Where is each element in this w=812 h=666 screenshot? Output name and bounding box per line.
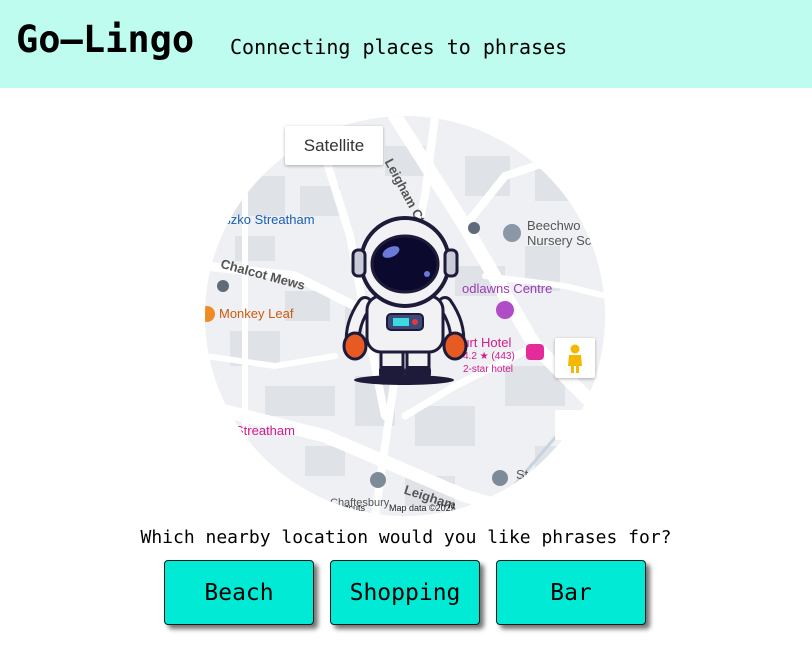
choice-button-bar[interactable]: Bar — [496, 560, 646, 625]
map-shortcuts-link[interactable]: Shortcuts — [327, 503, 365, 513]
map-view[interactable]: Leigham Ct Rd Beechwo Nursery Sc eszko S… — [205, 116, 605, 516]
astronaut-mascot — [342, 216, 468, 385]
map-label-woodlawns: odlawns Centre — [462, 281, 553, 296]
school-icon — [503, 224, 521, 242]
map-label-streatham-poi: eszko Streatham — [217, 212, 315, 227]
map-label-st: St — [516, 467, 529, 482]
satellite-button[interactable]: Satellite — [285, 126, 383, 165]
app-header: Go–Lingo Connecting places to phrases — [0, 0, 812, 88]
location-prompt: Which nearby location would you like phr… — [140, 527, 672, 548]
pegman-icon — [568, 344, 582, 373]
app-tagline: Connecting places to phrases — [230, 35, 568, 59]
app-logo: Go–Lingo — [16, 18, 195, 61]
map-label-beechwood: Beechwo — [527, 218, 581, 233]
street-view-button[interactable] — [555, 338, 595, 378]
map-label-streatham: Streatham — [235, 423, 295, 438]
choice-button-beach[interactable]: Beach — [164, 560, 314, 625]
hotel-icon — [526, 344, 544, 360]
choice-button-shopping[interactable]: Shopping — [330, 560, 480, 625]
map-label-monkey-leaf: Monkey Leaf — [219, 306, 294, 321]
map-camera-control[interactable] — [555, 410, 595, 440]
map-data-attribution: Map data ©2025 — [389, 503, 456, 513]
map-label-nursery: Nursery Sc — [527, 233, 592, 248]
shopping-icon — [496, 301, 514, 319]
